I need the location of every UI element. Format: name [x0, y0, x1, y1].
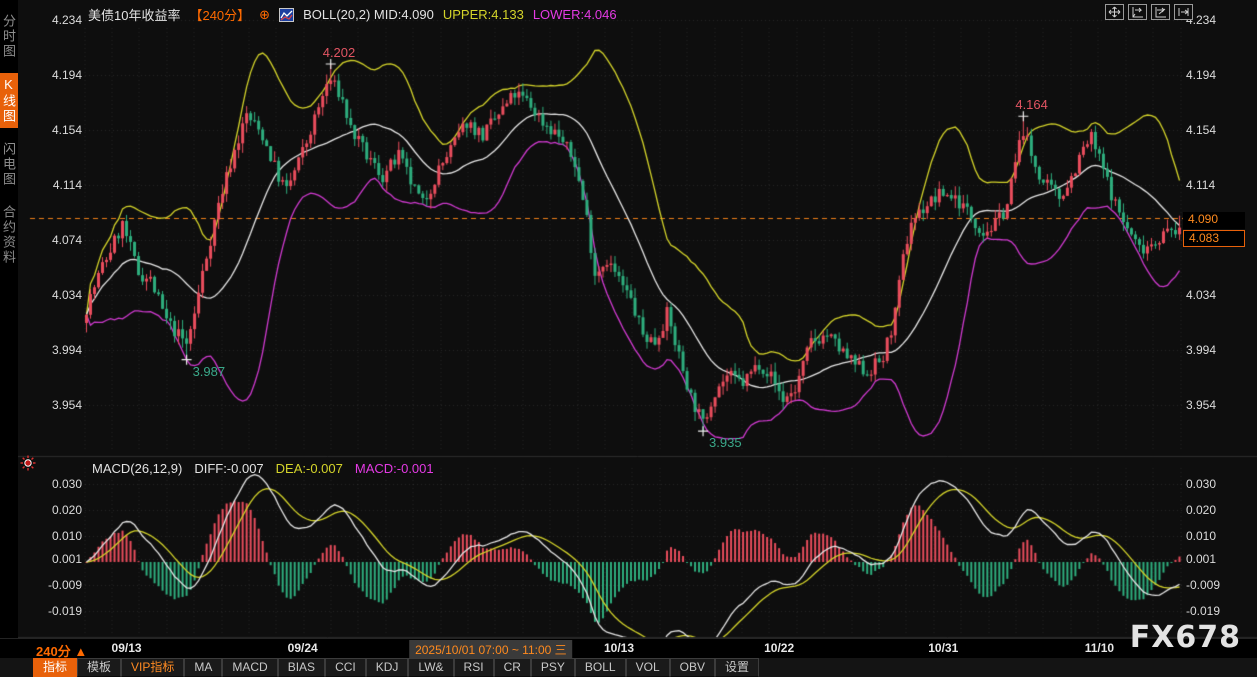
toolbar-item-5[interactable]: BIAS: [278, 658, 325, 677]
toolbar-item-9[interactable]: RSI: [454, 658, 494, 677]
crosshair-move-icon[interactable]: [1105, 4, 1124, 20]
macd-axis-label-right: -0.009: [1186, 578, 1246, 592]
toolbar-item-10[interactable]: CR: [494, 658, 531, 677]
date-tick: 10/22: [764, 641, 794, 655]
price-axis-label-right: 4.034: [1186, 288, 1246, 302]
low-annotation: 3.987: [193, 364, 226, 379]
sidebar-tab-2[interactable]: 闪电图: [0, 138, 18, 191]
instrument-title: 美债10年收益率: [88, 5, 180, 24]
date-tick: 09/13: [112, 641, 142, 655]
period-tag[interactable]: 【240分】: [189, 5, 250, 24]
fx678-watermark: FX678: [1130, 620, 1241, 655]
date-tick: 11/10: [1085, 641, 1114, 655]
macd-dea-value: DEA:-0.007: [276, 461, 343, 476]
last-price-tag: 4.083: [1183, 230, 1245, 247]
price-axis-label-right: 4.234: [1186, 13, 1246, 27]
boll-mid-price-tag: 4.090: [1183, 212, 1245, 229]
trading-terminal: 分时图 K线图闪电图合约资料 美债10年收益率 【240分】 ⊕ BOLL(20,…: [0, 0, 1257, 677]
toolbar-item-0[interactable]: 指标: [33, 658, 77, 677]
axis-zoom-out-icon[interactable]: [1128, 4, 1147, 20]
sidebar-tab-3[interactable]: 合约资料: [0, 201, 18, 269]
macd-axis-label-right: 0.020: [1186, 503, 1246, 517]
go-latest-icon[interactable]: [1174, 4, 1193, 20]
toolbar-item-11[interactable]: PSY: [531, 658, 575, 677]
low-annotation: 3.935: [709, 435, 742, 450]
cursor-datetime-label: 2025/10/01 07:00 ~ 11:00 三: [409, 640, 573, 659]
high-annotation: 4.202: [323, 45, 356, 60]
price-axis-label-right: 3.994: [1186, 343, 1246, 357]
sidebar-tab-0[interactable]: 分时图: [0, 10, 18, 63]
macd-axis-label-right: 0.030: [1186, 477, 1246, 491]
toolbar-item-6[interactable]: CCI: [325, 658, 366, 677]
alert-indicator-icon[interactable]: [20, 455, 36, 471]
date-tick: 10/31: [928, 641, 958, 655]
price-axis-label-right: 3.954: [1186, 398, 1246, 412]
macd-header: MACD(26,12,9) DIFF:-0.007 DEA:-0.007 MAC…: [92, 461, 434, 476]
toolbar-item-15[interactable]: 设置: [715, 658, 759, 677]
macd-axis-label-right: 0.010: [1186, 529, 1246, 543]
time-axis: 240分 ▲ 2025/10/01 07:00 ~ 11:00 三 09/13 …: [0, 638, 1257, 658]
macd-axis-label-right: 0.001: [1186, 552, 1246, 566]
toolbar-item-13[interactable]: VOL: [626, 658, 670, 677]
chart-tool-icons: [1105, 4, 1193, 20]
price-axis-label-right: 4.194: [1186, 68, 1246, 82]
toolbar-item-14[interactable]: OBV: [670, 658, 715, 677]
toolbar-item-2[interactable]: VIP指标: [121, 658, 184, 677]
toolbar-item-8[interactable]: LW&: [408, 658, 453, 677]
axis-zoom-in-icon[interactable]: [1151, 4, 1170, 20]
macd-axis-label-right: -0.019: [1186, 604, 1246, 618]
toolbar-item-1[interactable]: 模板: [77, 658, 121, 677]
date-tick: 10/13: [604, 641, 634, 655]
sidebar: 分时图 K线图闪电图合约资料: [0, 0, 18, 677]
toolbar-item-3[interactable]: MA: [184, 658, 222, 677]
boll-lower-value: LOWER:4.046: [533, 7, 617, 22]
toolbar-item-4[interactable]: MACD: [222, 658, 277, 677]
indicator-chart-icon[interactable]: [279, 8, 294, 22]
price-axis-label-right: 4.114: [1186, 178, 1246, 192]
high-annotation: 4.164: [1015, 97, 1048, 112]
period-dropdown-arrow: ▲: [74, 644, 87, 659]
date-tick: 09/24: [288, 641, 318, 655]
toolbar-item-12[interactable]: BOLL: [575, 658, 626, 677]
macd-diff-value: DIFF:-0.007: [194, 461, 263, 476]
boll-mid-value: BOLL(20,2) MID:4.090: [303, 7, 434, 22]
chart-header: 美债10年收益率 【240分】 ⊕ BOLL(20,2) MID:4.090 U…: [88, 5, 617, 24]
price-axis-label-right: 4.154: [1186, 123, 1246, 137]
expand-icon[interactable]: ⊕: [259, 7, 270, 23]
indicator-toolbar: 指标模板VIP指标MAMACDBIASCCIKDJLW&RSICRPSYBOLL…: [0, 658, 1257, 677]
kline-chart-canvas[interactable]: [0, 0, 1257, 677]
macd-macd-value: MACD:-0.001: [355, 461, 434, 476]
boll-upper-value: UPPER:4.133: [443, 7, 524, 22]
sidebar-tab-1[interactable]: K线图: [0, 73, 18, 128]
toolbar-item-7[interactable]: KDJ: [366, 658, 409, 677]
macd-name: MACD(26,12,9): [92, 461, 182, 476]
